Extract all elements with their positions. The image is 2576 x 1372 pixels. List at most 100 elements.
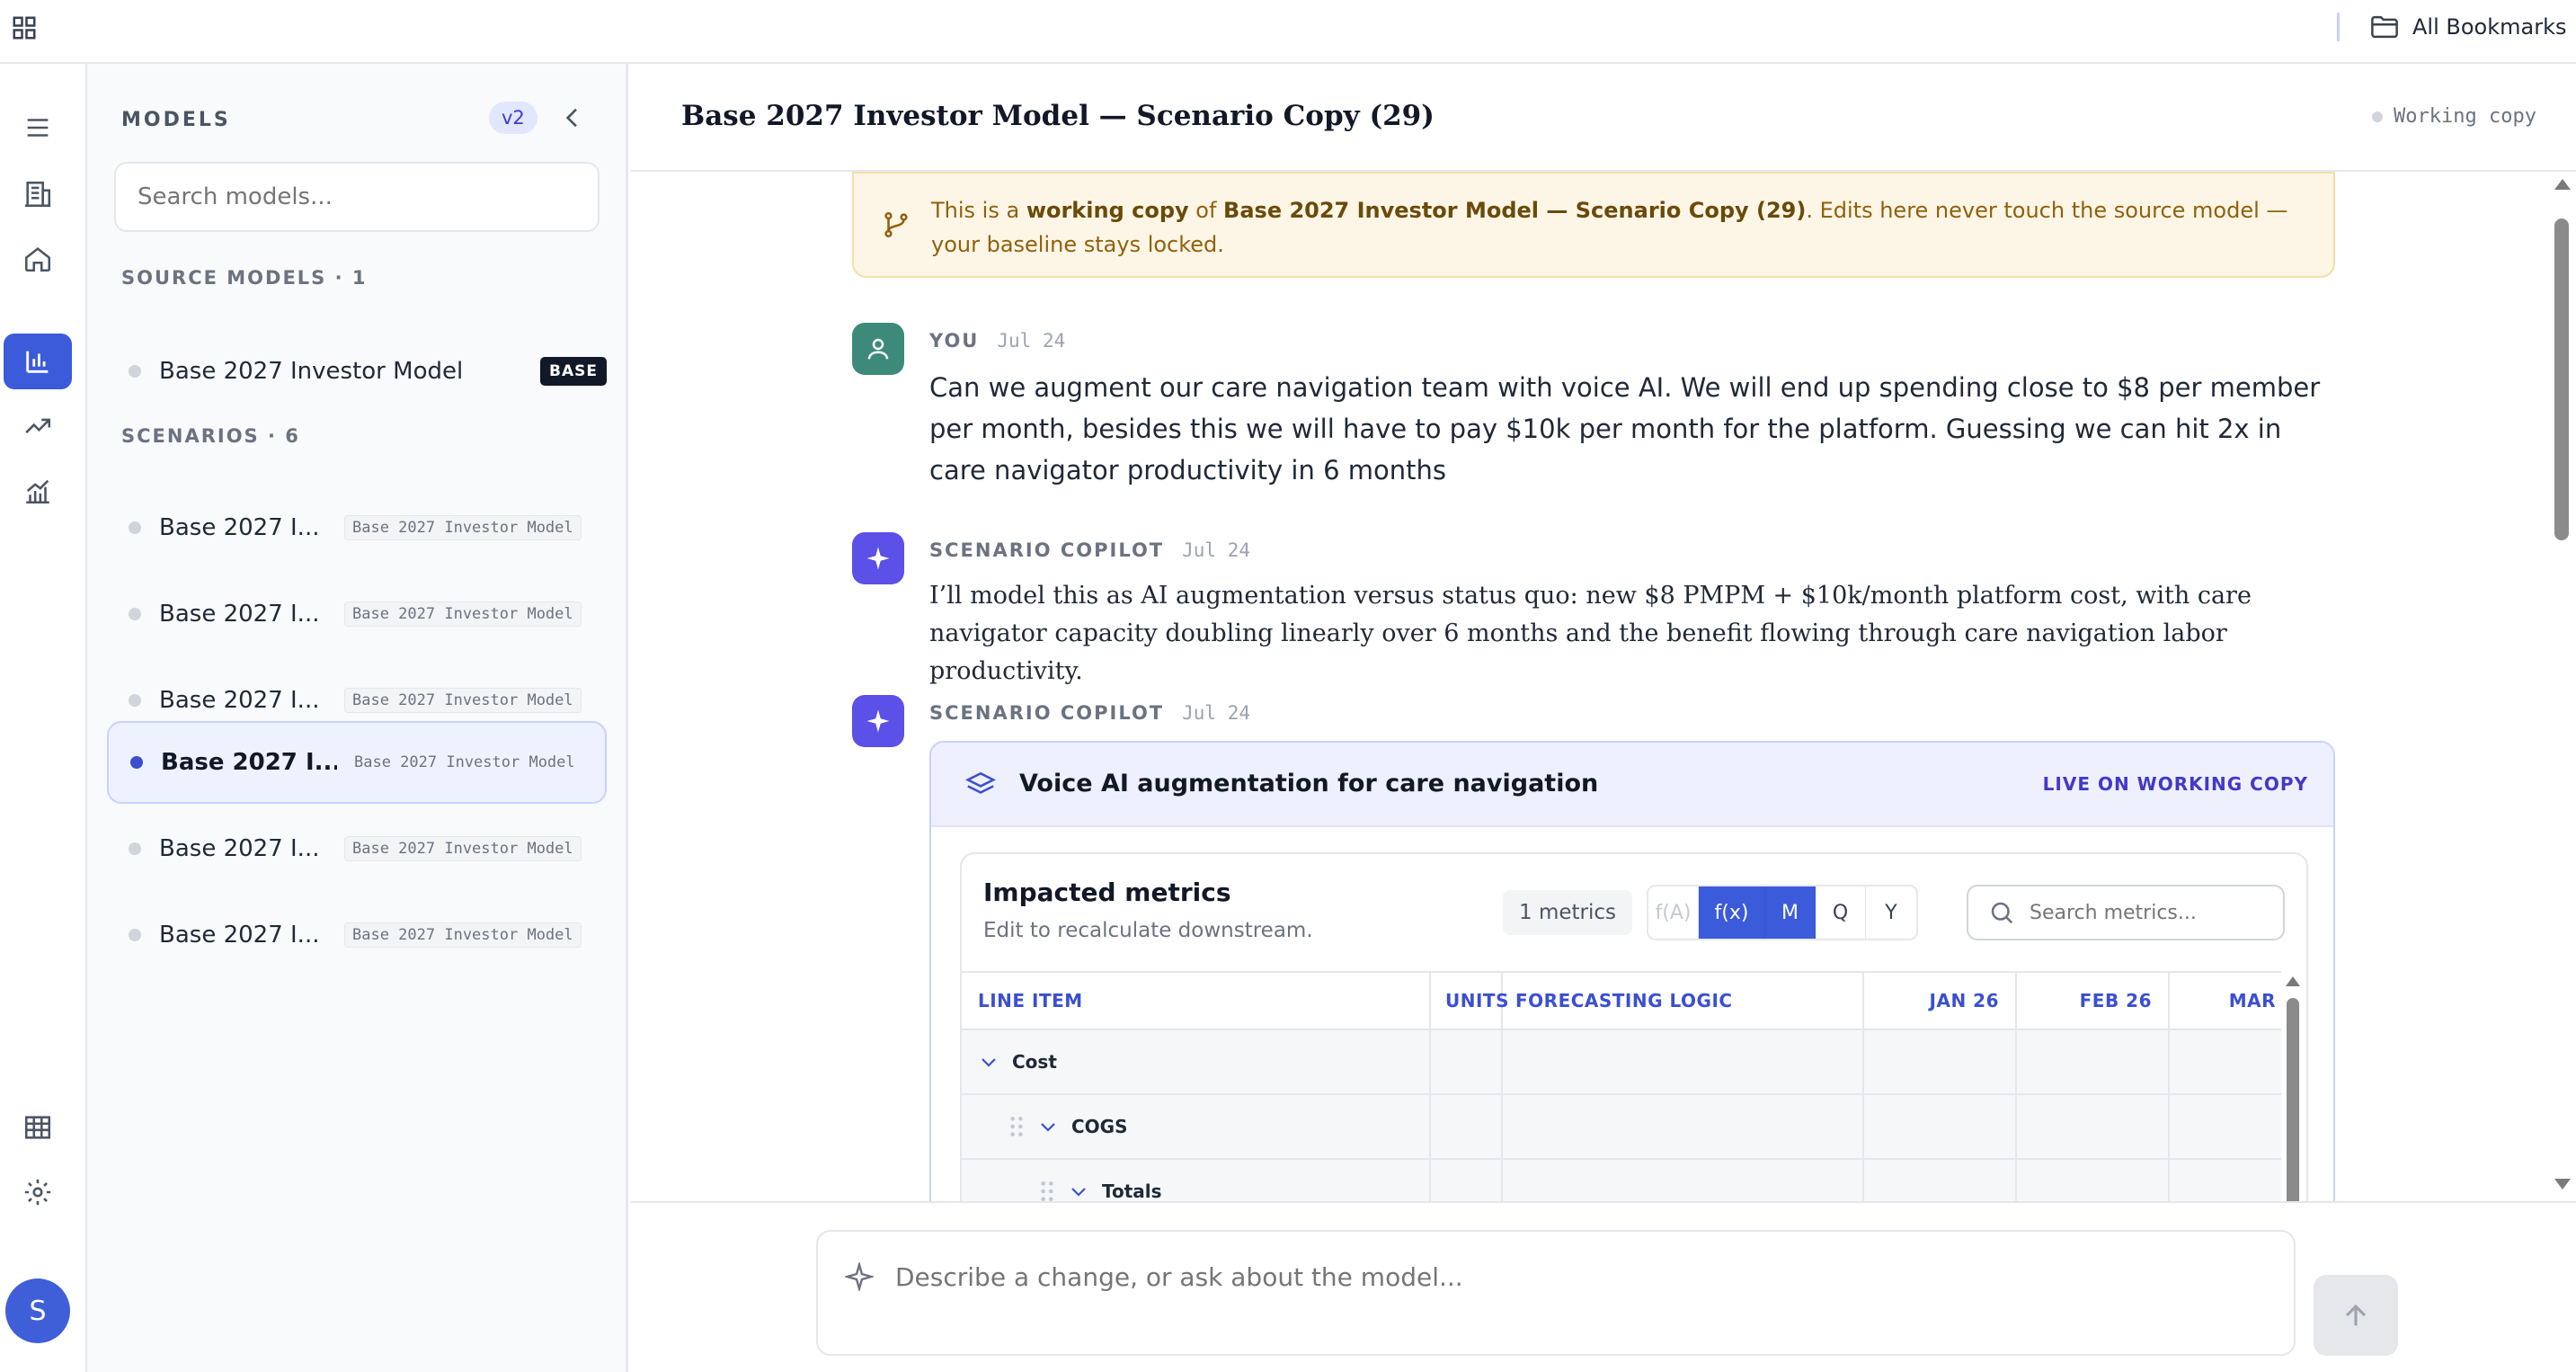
status-dot xyxy=(129,694,141,707)
apps-grid-icon[interactable] xyxy=(11,14,38,41)
building-icon xyxy=(24,181,51,208)
chevron-down-icon[interactable] xyxy=(978,1051,999,1073)
scenario-item[interactable]: Base 2027 I... Base 2027 Investor Model xyxy=(107,894,607,976)
toggle-fa[interactable]: f(A) xyxy=(1648,886,1699,939)
scroll-thumb[interactable] xyxy=(2287,998,2299,1201)
nav-organization[interactable] xyxy=(4,166,72,222)
chevron-left-icon[interactable] xyxy=(558,103,587,132)
search-metrics-input[interactable] xyxy=(2030,901,2272,924)
toggle-monthly[interactable]: M xyxy=(1765,886,1816,939)
scenario-source-tag: Base 2027 Investor Model xyxy=(344,922,582,948)
chevron-down-icon[interactable] xyxy=(1068,1180,1089,1201)
table-scrollbar[interactable] xyxy=(2283,971,2305,1201)
status-dot xyxy=(129,929,141,941)
scroll-down-arrow[interactable] xyxy=(2554,1179,2571,1189)
nav-home[interactable] xyxy=(4,231,72,287)
scenario-name: Base 2027 I... xyxy=(159,835,320,862)
bookmarks-label: All Bookmarks xyxy=(2412,14,2567,40)
table-row: COGS xyxy=(962,1095,2281,1160)
all-bookmarks-button[interactable]: All Bookmarks xyxy=(2369,11,2566,43)
toggle-quarterly[interactable]: Q xyxy=(1816,886,1866,939)
nav-models[interactable] xyxy=(4,334,72,389)
value-cell xyxy=(2170,1030,2281,1093)
table-row: Totals xyxy=(962,1160,2281,1201)
trending-up-icon xyxy=(25,418,51,433)
search-icon xyxy=(1991,902,2013,924)
table-icon xyxy=(24,1116,51,1139)
top-bar: All Bookmarks xyxy=(0,0,2576,64)
scenario-source-tag: Base 2027 Investor Model xyxy=(354,753,575,771)
message-date: Jul 24 xyxy=(997,330,1066,352)
chevron-down-icon[interactable] xyxy=(1037,1116,1059,1137)
column-header[interactable]: JAN 26 xyxy=(1864,973,2017,1029)
live-status-label: LIVE ON WORKING COPY xyxy=(2042,773,2308,795)
models-sidebar: MODELS v2 SOURCE MODELS · 1 Base 2027 In… xyxy=(87,64,628,1372)
user-avatar[interactable]: S xyxy=(5,1278,70,1343)
git-branch-icon xyxy=(884,211,908,238)
working-copy-status: Working copy xyxy=(2372,105,2536,128)
message-text: I’ll model this as AI augmentation versu… xyxy=(929,582,2252,685)
scroll-thumb[interactable] xyxy=(2554,218,2569,540)
scenario-item[interactable]: Base 2027 I... Base 2027 Investor Model xyxy=(107,573,607,655)
drag-handle-icon[interactable] xyxy=(1008,1115,1025,1138)
settings-icon xyxy=(24,1179,51,1206)
scenario-item-selected[interactable]: Base 2027 I... Base 2027 Investor Model xyxy=(107,721,607,804)
banner-bold-working-copy: working copy xyxy=(1026,198,1189,223)
sparkle-icon xyxy=(845,1262,874,1291)
message-author: SCENARIO COPILOT xyxy=(929,539,1165,561)
status-label: Working copy xyxy=(2394,105,2536,128)
value-cell xyxy=(1864,1095,2017,1158)
nav-trends[interactable] xyxy=(4,398,72,454)
menu-button[interactable] xyxy=(4,100,72,156)
message-input[interactable] xyxy=(895,1259,2243,1295)
column-header[interactable]: FEB 26 xyxy=(2017,973,2170,1029)
banner-mid: of xyxy=(1188,198,1224,223)
menu-icon xyxy=(27,119,49,137)
value-cell xyxy=(2170,1160,2281,1201)
value-cell xyxy=(1864,1030,2017,1093)
message-text: Can we augment our care navigation team … xyxy=(929,372,2321,486)
nav-analytics[interactable] xyxy=(4,463,72,519)
home-icon xyxy=(24,247,51,272)
scroll-up-arrow[interactable] xyxy=(2554,179,2571,190)
arrow-up-icon xyxy=(2345,1304,2367,1326)
main-header: Base 2027 Investor Model — Scenario Copy… xyxy=(631,64,2576,172)
nav-settings[interactable] xyxy=(4,1164,72,1220)
table-header-row: LINE ITEM UNITS FORECASTING LOGIC JAN 26… xyxy=(962,971,2281,1030)
units-cell xyxy=(1431,1030,1503,1093)
bar-chart-icon xyxy=(26,351,49,373)
logic-cell xyxy=(1503,1095,1864,1158)
message-meta: YOU Jul 24 xyxy=(929,330,1065,352)
logic-cell xyxy=(1503,1030,1864,1093)
value-cell xyxy=(2017,1030,2170,1093)
scenario-item[interactable]: Base 2027 I... Base 2027 Investor Model xyxy=(107,807,607,890)
toggle-yearly[interactable]: Y xyxy=(1866,886,1916,939)
column-header[interactable]: LINE ITEM xyxy=(962,973,1431,1029)
column-header[interactable]: MAR xyxy=(2170,973,2281,1029)
scenario-item[interactable]: Base 2027 I... Base 2027 Investor Model xyxy=(107,486,607,569)
drag-handle-icon[interactable] xyxy=(1039,1180,1055,1201)
card-header: Voice AI augmentation for care navigatio… xyxy=(931,743,2333,827)
status-dot xyxy=(130,756,143,769)
send-button[interactable] xyxy=(2314,1275,2398,1356)
column-header[interactable]: FORECASTING LOGIC xyxy=(1503,973,1864,1029)
search-models-input[interactable] xyxy=(114,162,600,232)
units-cell xyxy=(1431,1095,1503,1158)
scenarios-heading: SCENARIOS · 6 xyxy=(121,425,300,447)
toggle-fx[interactable]: f(x) xyxy=(1699,886,1765,939)
column-header[interactable]: UNITS xyxy=(1431,973,1508,1029)
composer[interactable] xyxy=(816,1230,2296,1356)
impacted-metrics-panel: Impacted metrics Edit to recalculate dow… xyxy=(960,852,2308,1201)
value-cell xyxy=(2017,1160,2170,1201)
metric-search[interactable] xyxy=(1967,885,2285,940)
models-heading: MODELS xyxy=(121,109,231,131)
row-label-text: Cost xyxy=(1012,1051,1057,1073)
scroll-up-arrow[interactable] xyxy=(2286,976,2300,986)
icon-rail: S xyxy=(0,64,87,1372)
chat-scrollbar[interactable] xyxy=(2547,172,2576,1201)
banner-prefix: This is a xyxy=(931,198,1026,223)
nav-tables[interactable] xyxy=(4,1100,72,1155)
source-model-item[interactable]: Base 2027 Investor Model BASE xyxy=(107,346,607,396)
page-title: Base 2027 Investor Model — Scenario Copy… xyxy=(681,100,1435,132)
version-badge: v2 xyxy=(489,102,537,134)
